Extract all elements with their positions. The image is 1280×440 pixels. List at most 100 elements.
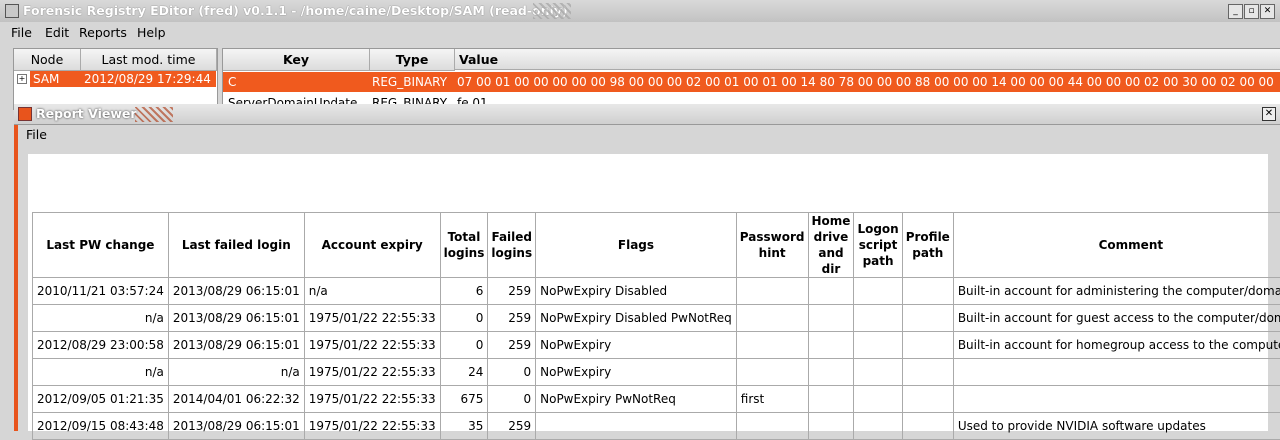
cell-last-failed-login: 2013/08/29 06:15:01 <box>168 332 304 359</box>
tree-row-sam[interactable]: + SAM 2012/08/29 17:29:44 <box>14 71 217 87</box>
cell-logon-script <box>854 413 902 440</box>
cell-last-failed-login: 2013/08/29 06:15:01 <box>168 305 304 332</box>
cell-total-logins: 35 <box>440 413 488 440</box>
value-header-key[interactable]: Key <box>223 49 370 71</box>
col-logon-script: Logon script path <box>854 213 902 278</box>
value-row[interactable]: C REG_BINARY 07 00 01 00 00 00 00 00 98 … <box>223 72 1280 92</box>
report-viewer-titlebar[interactable]: Report Viewer ✕ <box>14 104 1280 125</box>
close-icon[interactable]: ✕ <box>1262 107 1276 121</box>
cell-last-failed-login: n/a <box>168 359 304 386</box>
window-menu-icon[interactable] <box>5 4 19 18</box>
cell-total-logins: 0 <box>440 332 488 359</box>
cell-total-logins: 24 <box>440 359 488 386</box>
cell-password-hint <box>736 332 808 359</box>
cell-account-expiry: 1975/01/22 22:55:33 <box>304 359 440 386</box>
col-profile-path: Profile path <box>902 213 953 278</box>
report-viewer-title: Report Viewer <box>36 106 137 121</box>
cell-account-expiry: 1975/01/22 22:55:33 <box>304 305 440 332</box>
cell-last-failed-login: 2014/04/01 06:22:32 <box>168 386 304 413</box>
window-menu-icon[interactable] <box>18 107 32 121</box>
cell-account-expiry: 1975/01/22 22:55:33 <box>304 386 440 413</box>
table-row: 2010/11/21 03:57:242013/08/29 06:15:01n/… <box>33 278 1280 305</box>
cell-home-drive <box>808 332 854 359</box>
cell-password-hint <box>736 278 808 305</box>
cell-comment <box>953 359 1280 386</box>
titlebar-grip <box>533 3 571 19</box>
cell-account-expiry: 1975/01/22 22:55:33 <box>304 413 440 440</box>
cell-logon-script <box>854 278 902 305</box>
tree-node-time: 2012/08/29 17:29:44 <box>84 72 211 86</box>
table-row: 2012/09/05 01:21:352014/04/01 06:22:3219… <box>33 386 1280 413</box>
value-header-type[interactable]: Type <box>370 49 455 71</box>
value-type: REG_BINARY <box>372 72 447 92</box>
cell-flags: NoPwExpiry Disabled PwNotReq <box>536 305 737 332</box>
expand-icon[interactable]: + <box>17 74 27 84</box>
node-tree[interactable]: Node Last mod. time + SAM 2012/08/29 17:… <box>13 48 218 110</box>
cell-last-pw-change: 2012/08/29 23:00:58 <box>33 332 169 359</box>
value-header-value[interactable]: Value <box>455 49 1280 70</box>
report-content: Last PW change Last failed login Account… <box>28 154 1268 431</box>
cell-failed-logins: 0 <box>488 386 536 413</box>
cell-last-pw-change: 2012/09/05 01:21:35 <box>33 386 169 413</box>
cell-failed-logins: 259 <box>488 305 536 332</box>
cell-flags: NoPwExpiry Disabled <box>536 278 737 305</box>
cell-logon-script <box>854 359 902 386</box>
value-table[interactable]: Key Type Value C REG_BINARY 07 00 01 00 … <box>222 48 1280 110</box>
cell-total-logins: 0 <box>440 305 488 332</box>
cell-last-failed-login: 2013/08/29 06:15:01 <box>168 413 304 440</box>
cell-account-expiry: 1975/01/22 22:55:33 <box>304 332 440 359</box>
cell-comment: Used to provide NVIDIA software updates <box>953 413 1280 440</box>
cell-home-drive <box>808 359 854 386</box>
menu-edit[interactable]: Edit <box>45 25 69 40</box>
menubar: File Edit Reports Help <box>0 22 1280 42</box>
cell-profile-path <box>902 305 953 332</box>
col-last-failed-login: Last failed login <box>168 213 304 278</box>
report-menu-file[interactable]: File <box>26 127 47 142</box>
cell-last-pw-change: n/a <box>33 305 169 332</box>
tree-node-name: SAM <box>33 72 59 86</box>
cell-last-pw-change: 2010/11/21 03:57:24 <box>33 278 169 305</box>
cell-password-hint <box>736 305 808 332</box>
maximize-icon[interactable]: ▫ <box>1244 4 1259 19</box>
tree-header-node[interactable]: Node <box>14 49 81 71</box>
cell-comment: Built-in account for administering the c… <box>953 278 1280 305</box>
cell-logon-script <box>854 305 902 332</box>
cell-profile-path <box>902 332 953 359</box>
cell-home-drive <box>808 386 854 413</box>
cell-failed-logins: 259 <box>488 413 536 440</box>
col-total-logins: Total logins <box>440 213 488 278</box>
cell-failed-logins: 259 <box>488 332 536 359</box>
main-titlebar[interactable]: Forensic Registry EDitor (fred) v0.1.1 -… <box>0 0 1280 23</box>
cell-comment: Built-in account for homegroup access to… <box>953 332 1280 359</box>
cell-last-failed-login: 2013/08/29 06:15:01 <box>168 278 304 305</box>
cell-comment: Built-in account for guest access to the… <box>953 305 1280 332</box>
cell-password-hint <box>736 413 808 440</box>
cell-total-logins: 675 <box>440 386 488 413</box>
cell-logon-script <box>854 386 902 413</box>
menu-help[interactable]: Help <box>137 25 166 40</box>
col-password-hint: Password hint <box>736 213 808 278</box>
cell-home-drive <box>808 305 854 332</box>
menu-file[interactable]: File <box>11 25 32 40</box>
col-failed-logins: Failed logins <box>488 213 536 278</box>
table-header-row: Last PW change Last failed login Account… <box>33 213 1280 278</box>
report-viewer-window: Report Viewer ✕ File Last PW change Last… <box>14 104 1280 431</box>
cell-total-logins: 6 <box>440 278 488 305</box>
table-row: 2012/09/15 08:43:482013/08/29 06:15:0119… <box>33 413 1280 440</box>
cell-logon-script <box>854 332 902 359</box>
col-last-pw-change: Last PW change <box>33 213 169 278</box>
cell-home-drive <box>808 413 854 440</box>
cell-flags <box>536 413 737 440</box>
cell-last-pw-change: 2012/09/15 08:43:48 <box>33 413 169 440</box>
table-row: n/a2013/08/29 06:15:011975/01/22 22:55:3… <box>33 305 1280 332</box>
menu-reports[interactable]: Reports <box>79 25 127 40</box>
col-comment: Comment <box>953 213 1280 278</box>
tree-header-time[interactable]: Last mod. time <box>81 49 217 71</box>
user-report-table: Last PW change Last failed login Account… <box>32 212 1280 440</box>
cell-password-hint <box>736 359 808 386</box>
minimize-icon[interactable]: _ <box>1228 4 1243 19</box>
cell-failed-logins: 0 <box>488 359 536 386</box>
close-icon[interactable]: ✕ <box>1260 4 1275 19</box>
col-flags: Flags <box>536 213 737 278</box>
cell-home-drive <box>808 278 854 305</box>
